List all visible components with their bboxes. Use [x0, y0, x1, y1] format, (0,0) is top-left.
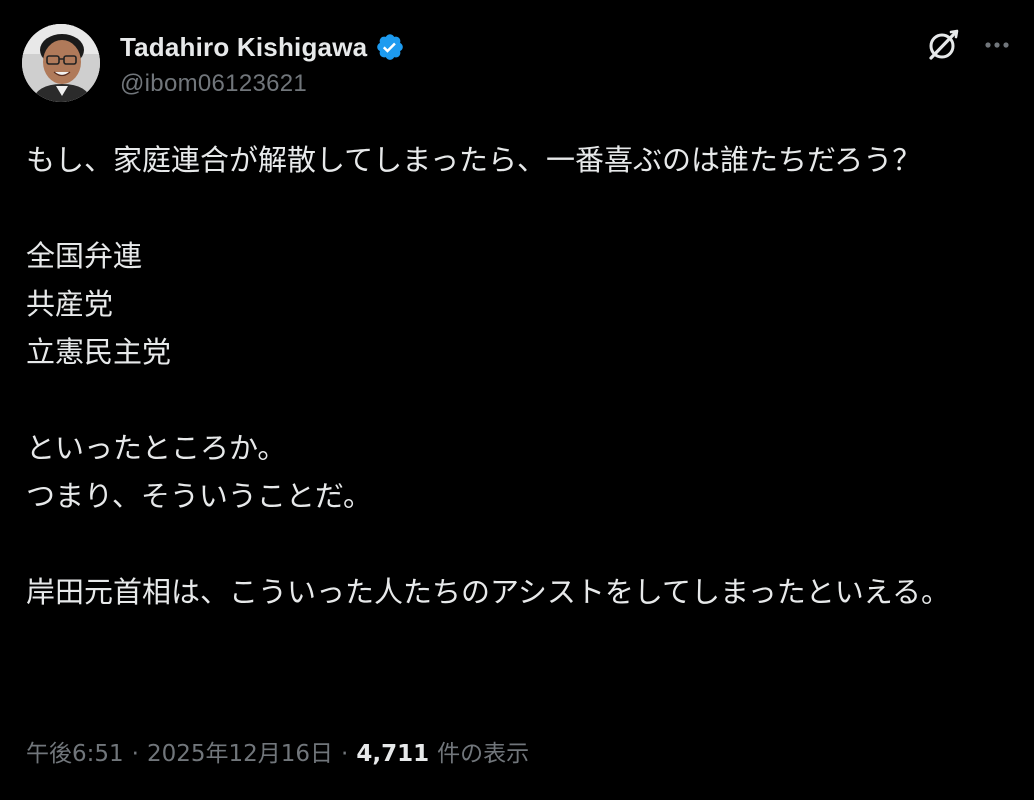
- author-handle[interactable]: @ibom06123621: [120, 70, 405, 98]
- tweet-time[interactable]: 午後6:51: [26, 734, 124, 768]
- tweet-line: もし、家庭連合が解散してしまったら、一番喜ぶのは誰たちだろう？: [26, 143, 922, 177]
- tweet-date[interactable]: 2025年12月16日: [147, 734, 333, 768]
- meta-separator: ·: [341, 741, 349, 767]
- tweet-line: といったところか。: [26, 431, 287, 465]
- tweet-line: つまり、そういうことだ。: [26, 479, 372, 513]
- meta-separator: ·: [131, 741, 139, 767]
- tweet-header: Tadahiro Kishigawa @ibom06123621: [22, 24, 1012, 104]
- tweet-line: 共産党: [26, 287, 114, 321]
- tweet-line: 立憲民主党: [26, 335, 172, 369]
- tweet-card: Tadahiro Kishigawa @ibom06123621 もし、家庭連合…: [0, 0, 1034, 800]
- avatar-image: [22, 24, 100, 102]
- views-count[interactable]: 4,711: [356, 741, 429, 767]
- verified-badge-icon: [375, 32, 405, 62]
- tweet-line: 全国弁連: [26, 239, 143, 273]
- tweet-meta: 午後6:51 · 2025年12月16日 · 4,711 件の表示: [26, 734, 529, 768]
- grok-icon[interactable]: [926, 28, 960, 62]
- avatar[interactable]: [22, 24, 100, 102]
- more-options-icon[interactable]: [982, 30, 1012, 60]
- tweet-line: 岸田元首相は、こういった人たちのアシストをしてしまったといえる。: [26, 575, 950, 609]
- views-label[interactable]: 件の表示: [437, 734, 529, 768]
- author-info: Tadahiro Kishigawa @ibom06123621: [120, 28, 405, 98]
- header-actions: [926, 28, 1012, 62]
- display-name[interactable]: Tadahiro Kishigawa: [120, 32, 367, 63]
- tweet-text: もし、家庭連合が解散してしまったら、一番喜ぶのは誰たちだろう？ 全国弁連 共産党…: [26, 136, 1006, 616]
- display-name-row: Tadahiro Kishigawa: [120, 28, 405, 66]
